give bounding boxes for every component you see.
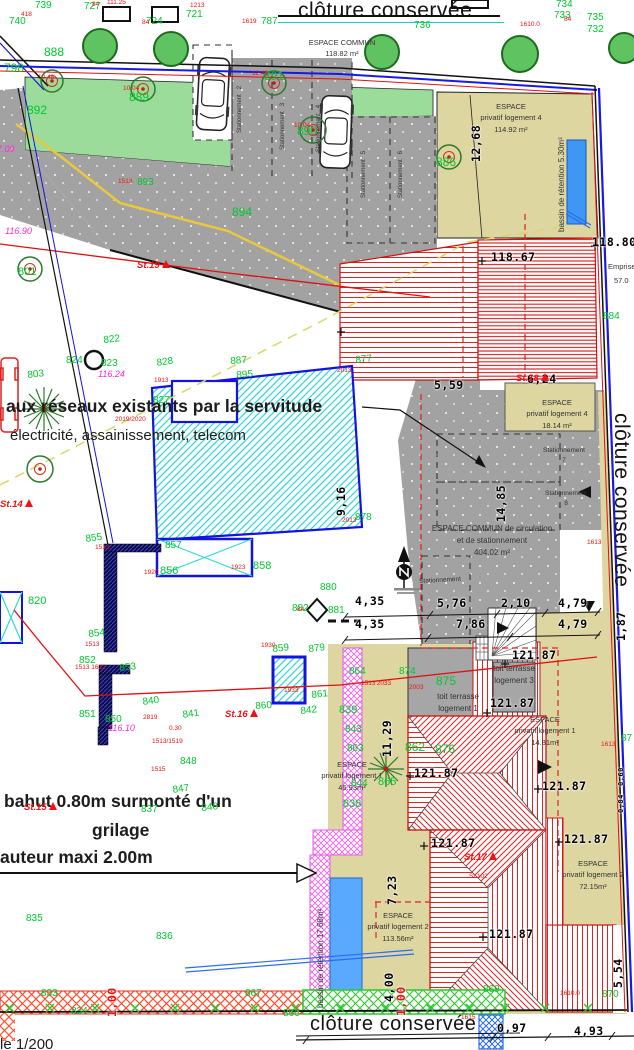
zone-label-bassin-right: bassin de rétention 5.30m³ [557, 137, 566, 232]
plan-drawing [0, 0, 634, 1050]
private-area-log4-small [505, 383, 595, 431]
scale-fragment: le 1/200 [0, 1036, 53, 1050]
site-plan: clôture conservée clôture conservée clôt… [0, 0, 634, 1050]
blue-hatch-marker [479, 1015, 503, 1049]
note-bahut-3: auteur maxi 2.00m [0, 847, 153, 868]
hip-roof-log1 [408, 716, 546, 830]
retention-basin-left [330, 878, 362, 1008]
title-east-fence: clôture conservée [609, 413, 633, 587]
emprise-label-1: Emprise [608, 262, 634, 271]
hip-roof-log2 [430, 830, 546, 1010]
zone-label-bassin-left: bassin de rétention 17.68m² [316, 909, 325, 1008]
emprise-label-2: 57.0 [614, 276, 629, 285]
title-north-fence: clôture conservée [298, 0, 472, 23]
title-south-fence: clôture conservée [310, 1013, 476, 1036]
note-servitude-2: électricité, assainissement, telecom [10, 427, 246, 444]
car-icon [194, 57, 232, 131]
car-icon [318, 95, 354, 168]
note-bahut-1: bahut 0.80m surmonté d'un [4, 791, 232, 812]
note-bahut-2: grilage [92, 820, 149, 841]
note-servitude-1: aux réseaux existants par la servitude [6, 396, 322, 417]
